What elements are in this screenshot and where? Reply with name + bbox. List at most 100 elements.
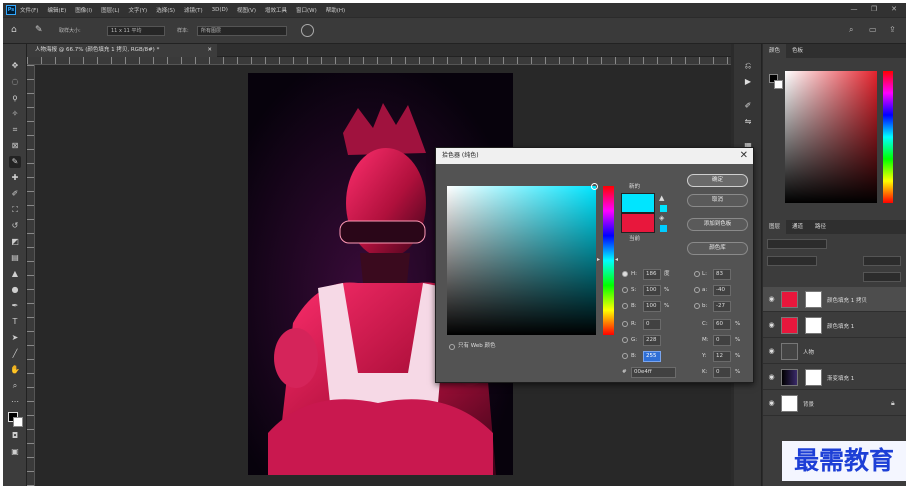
menu-window[interactable]: 窗口(W) — [296, 6, 317, 14]
eyedropper-tool-icon[interactable]: ✎ — [9, 156, 21, 168]
lab-a-radio[interactable] — [694, 287, 700, 293]
adjustments-icon[interactable]: ⇋ — [742, 116, 754, 128]
red-field[interactable]: 0 — [643, 319, 661, 330]
yellow-field[interactable]: 12 — [713, 351, 731, 362]
quick-select-tool-icon[interactable]: ✧ — [9, 108, 21, 120]
menu-3d[interactable]: 3D(D) — [212, 7, 228, 13]
menu-help[interactable]: 帮助(H) — [326, 6, 345, 14]
menu-file[interactable]: 文件(F) — [20, 6, 38, 14]
move-tool-icon[interactable]: ✥ — [9, 60, 21, 72]
web-safe-icon[interactable]: ◈ — [659, 214, 664, 222]
saturation-radio[interactable] — [622, 287, 628, 293]
menu-edit[interactable]: 编辑(E) — [47, 6, 66, 14]
lasso-tool-icon[interactable]: ϙ — [9, 92, 21, 104]
screen-mode-icon[interactable]: ▣ — [9, 446, 21, 458]
dialog-title-bar[interactable]: 拾色器 (纯色) ✕ — [436, 148, 753, 164]
layer-row[interactable]: ◉ 渐变填充 1 — [763, 365, 906, 390]
color-panel-field[interactable] — [785, 71, 877, 203]
brush-tool-icon[interactable]: ✐ — [9, 188, 21, 200]
actions-panel-icon[interactable]: ▶ — [742, 76, 754, 88]
hex-field[interactable]: 00e4ff — [631, 367, 676, 378]
brush-settings-icon[interactable]: ✐ — [742, 100, 754, 112]
sample-select[interactable]: 所有图层 — [197, 26, 287, 36]
share-icon[interactable]: ⇪ — [889, 25, 896, 34]
type-tool-icon[interactable]: T — [9, 316, 21, 328]
lab-b-field[interactable]: -27 — [713, 301, 731, 312]
hand-tool-icon[interactable]: ✋ — [9, 364, 21, 376]
lab-l-radio[interactable] — [694, 271, 700, 277]
zoom-tool-icon[interactable]: ⌕ — [9, 380, 21, 392]
close-window-button[interactable]: ✕ — [888, 4, 900, 15]
blue-radio[interactable] — [622, 353, 628, 359]
hue-slider[interactable] — [603, 186, 614, 335]
lab-a-field[interactable]: -40 — [713, 285, 731, 296]
menu-view[interactable]: 视图(V) — [237, 6, 256, 14]
pen-tool-icon[interactable]: ✒ — [9, 300, 21, 312]
gamut-warning-icon[interactable]: ▲ — [659, 194, 664, 202]
color-panel-hue-slider[interactable] — [883, 71, 893, 203]
red-radio[interactable] — [622, 321, 628, 327]
restore-button[interactable]: ❐ — [868, 4, 880, 15]
tab-channels[interactable]: 通道 — [786, 220, 809, 234]
cyan-field[interactable]: 60 — [713, 319, 731, 330]
color-marker[interactable] — [591, 183, 598, 190]
quick-mask-icon[interactable]: ◘ — [9, 430, 21, 442]
eye-icon[interactable]: ◉ — [767, 321, 776, 329]
show-sampling-ring-icon[interactable] — [301, 24, 314, 37]
menu-type[interactable]: 文字(Y) — [129, 6, 148, 14]
more-tools-icon[interactable]: ⋯ — [9, 396, 21, 408]
shape-tool-icon[interactable]: ╱ — [9, 348, 21, 360]
color-libraries-button[interactable]: 颜色库 — [687, 242, 748, 255]
black-field[interactable]: 0 — [713, 367, 731, 378]
background-color-swatch[interactable] — [13, 417, 23, 427]
cancel-button[interactable]: 取消 — [687, 194, 748, 207]
gradient-tool-icon[interactable]: ▤ — [9, 252, 21, 264]
lab-l-field[interactable]: 83 — [713, 269, 731, 280]
hue-radio[interactable] — [622, 271, 628, 277]
brightness-field[interactable]: 100 — [643, 301, 661, 312]
eye-icon[interactable]: ◉ — [767, 295, 776, 303]
minimize-button[interactable]: — — [848, 4, 860, 15]
path-select-tool-icon[interactable]: ➤ — [9, 332, 21, 344]
web-only-checkbox[interactable] — [449, 344, 455, 350]
saturation-field[interactable]: 100 — [643, 285, 661, 296]
healing-brush-tool-icon[interactable]: ✚ — [9, 172, 21, 184]
layer-filter-select[interactable] — [767, 239, 827, 249]
tab-layers[interactable]: 图层 — [763, 220, 787, 234]
blur-tool-icon[interactable]: ▲ — [9, 268, 21, 280]
eye-icon[interactable]: ◉ — [767, 373, 776, 381]
hue-field[interactable]: 186 — [643, 269, 661, 280]
tab-swatches[interactable]: 色板 — [786, 44, 809, 58]
magenta-field[interactable]: 0 — [713, 335, 731, 346]
tab-color[interactable]: 颜色 — [763, 44, 787, 58]
tab-paths[interactable]: 路径 — [809, 220, 832, 234]
layer-row[interactable]: ◉ 颜色填充 1 拷贝 — [763, 287, 906, 312]
layer-row[interactable]: ◉ 人物 — [763, 339, 906, 364]
brightness-radio[interactable] — [622, 303, 628, 309]
layer-row[interactable]: ◉ 背景 🔒︎ — [763, 391, 906, 416]
lab-b-radio[interactable] — [694, 303, 700, 309]
eyedropper-tool-icon[interactable]: ✎ — [35, 25, 43, 35]
close-dialog-icon[interactable]: ✕ — [740, 148, 748, 164]
eye-icon[interactable]: ◉ — [767, 347, 776, 355]
layer-row[interactable]: ◉ 颜色填充 1 — [763, 313, 906, 338]
opacity-field[interactable] — [863, 256, 901, 266]
crop-tool-icon[interactable]: ⌗ — [9, 124, 21, 136]
hue-slider-left-arrow-icon[interactable]: ▸ — [597, 256, 600, 263]
green-radio[interactable] — [622, 337, 628, 343]
gamut-swatch[interactable] — [660, 205, 667, 212]
document-tab[interactable]: 人物海报 @ 66.7% (颜色填充 1 拷贝, RGB/8#) * ✕ — [27, 44, 217, 57]
clone-stamp-tool-icon[interactable]: ⛶ — [9, 204, 21, 216]
marquee-tool-icon[interactable]: ◌ — [9, 76, 21, 88]
fill-field[interactable] — [863, 272, 901, 282]
add-to-swatches-button[interactable]: 添加到色板 — [687, 218, 748, 231]
panel-background-swatch[interactable] — [774, 80, 783, 89]
hue-slider-right-arrow-icon[interactable]: ◂ — [615, 256, 618, 263]
sample-size-select[interactable]: 11 x 11 平均 — [107, 26, 165, 36]
ok-button[interactable]: 确定 — [687, 174, 748, 187]
menu-filter[interactable]: 滤镜(T) — [184, 6, 203, 14]
frame-tool-icon[interactable]: ⊠ — [9, 140, 21, 152]
menu-image[interactable]: 图像(I) — [75, 6, 92, 14]
saturation-brightness-field[interactable] — [447, 186, 596, 335]
green-field[interactable]: 228 — [643, 335, 661, 346]
